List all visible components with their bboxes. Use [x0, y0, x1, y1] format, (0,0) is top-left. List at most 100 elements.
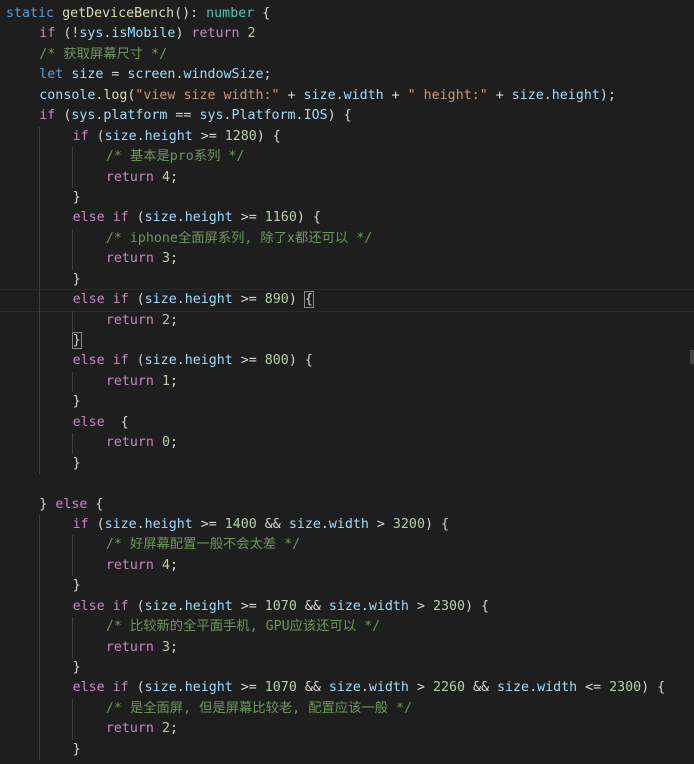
keyword: static	[6, 6, 55, 21]
code-line[interactable]: return 3;	[6, 637, 694, 658]
code-line-content: return 1;	[106, 372, 178, 392]
code-line[interactable]: if (!sys.isMobile) return 2	[6, 24, 694, 44]
identifier: isMobile	[111, 26, 176, 42]
code-line-content: return 0;	[106, 433, 178, 453]
code-line-content: else {	[73, 413, 129, 433]
control-keyword: return	[105, 721, 154, 737]
punctuation	[154, 170, 162, 185]
punctuation: (	[128, 353, 145, 369]
code-line[interactable]: /* 好屏幕配置一般不会太差 */	[6, 535, 694, 556]
indent-guide	[72, 433, 74, 454]
code-line-content: /* 是全面屏, 但是屏幕比较老, 配置应该一般 */	[106, 699, 412, 719]
control-keyword: if	[72, 516, 89, 532]
code-line-content: else if (size.height >= 1070 && size.wid…	[73, 597, 489, 617]
code-line[interactable]: }	[6, 576, 694, 597]
punctuation: >=	[192, 128, 225, 144]
scrollbar-thumb[interactable]	[690, 350, 694, 364]
identifier: windowSize	[183, 67, 264, 83]
code-line[interactable]: else if (size.height >= 1160) {	[6, 208, 694, 229]
code-line[interactable]: /* 获取屏幕尺寸 */	[6, 45, 694, 65]
control-keyword: if	[39, 26, 56, 42]
code-line[interactable]: else if (size.height >= 1070 && size.wid…	[6, 596, 694, 618]
number-literal: 1400	[224, 516, 257, 532]
identifier: size	[144, 210, 177, 226]
punctuation: .	[335, 87, 344, 103]
identifier: height	[144, 128, 193, 144]
code-line-content: else if (size.height >= 890) {	[73, 290, 314, 310]
punctuation: >	[368, 516, 393, 532]
code-line[interactable]: return 2;	[6, 719, 694, 740]
code-line-content: /* 比较新的全平面手机, GPU应该还可以 */	[106, 617, 380, 637]
code-line[interactable]: }	[6, 187, 694, 209]
punctuation: ==	[167, 108, 200, 124]
code-area[interactable]: static getDeviceBench(): number {if (!sy…	[0, 4, 694, 761]
function-name: log	[103, 87, 128, 103]
punctuation: >=	[232, 598, 265, 614]
code-line[interactable]: /* iphone全面屏系列, 除了x都还可以 */	[6, 228, 694, 250]
code-line[interactable]: else if (size.height >= 1070 && size.wid…	[6, 678, 694, 699]
indent-guide	[72, 310, 74, 331]
identifier: size	[104, 128, 137, 144]
identifier: height	[144, 516, 193, 532]
code-line[interactable]: }	[6, 392, 694, 413]
punctuation: .	[176, 598, 185, 614]
number-literal: 2	[161, 721, 170, 737]
punctuation: ;	[169, 435, 178, 451]
code-line[interactable]: if (size.height >= 1400 && size.width > …	[6, 514, 694, 536]
control-keyword: if	[112, 210, 129, 226]
code-line[interactable]: return 0;	[6, 433, 694, 454]
code-line-content: }	[73, 270, 81, 290]
identifier: console	[39, 87, 96, 103]
code-line[interactable]: else if (size.height >= 800) {	[6, 351, 694, 372]
identifier: width	[328, 516, 369, 532]
control-keyword: return	[105, 312, 154, 328]
identifier: size	[328, 598, 361, 614]
code-line[interactable]: static getDeviceBench(): number {	[6, 4, 694, 24]
code-line-content: return 3;	[106, 249, 178, 269]
code-line[interactable]: /* 比较新的全平面手机, GPU应该还可以 */	[6, 617, 694, 638]
indent-guide	[72, 719, 74, 740]
indent-guide	[38, 331, 40, 352]
punctuation: .	[176, 353, 185, 369]
code-line[interactable]: }	[6, 739, 694, 761]
code-line[interactable]: else {	[6, 412, 694, 434]
code-line[interactable]: /* 是全面屏, 但是屏幕比较老, 配置应该一般 */	[6, 698, 694, 720]
punctuation: .	[320, 516, 329, 532]
indent-guide	[38, 453, 40, 475]
punctuation	[154, 435, 162, 450]
code-line[interactable]: }	[6, 269, 694, 291]
code-line[interactable]: } else {	[6, 495, 694, 515]
code-line[interactable]: return 4;	[6, 555, 694, 577]
code-line[interactable]: }	[6, 331, 694, 352]
code-line[interactable]: console.log("view size width:" + size.wi…	[6, 86, 694, 106]
punctuation: ) {	[288, 353, 313, 369]
code-line[interactable]: }	[6, 658, 694, 679]
code-line[interactable]: return 1;	[6, 371, 694, 393]
identifier: size	[144, 598, 177, 614]
code-line[interactable]: else if (size.height >= 890) {	[0, 289, 694, 312]
code-line[interactable]: if (size.height >= 1280) {	[6, 126, 694, 148]
control-keyword: return	[105, 373, 154, 389]
indent-guide	[72, 637, 74, 658]
code-line[interactable]: return 2;	[6, 310, 694, 331]
code-line[interactable]: /* 基本是pro系列 */	[6, 147, 694, 168]
code-line[interactable]: if (sys.platform == sys.Platform.IOS) {	[6, 106, 694, 126]
code-line[interactable]: return 4;	[6, 167, 694, 188]
punctuation	[105, 292, 113, 307]
code-line[interactable]: return 3;	[6, 249, 694, 270]
indent-guide	[38, 167, 40, 188]
code-editor[interactable]: static getDeviceBench(): number {if (!sy…	[0, 0, 694, 764]
control-keyword: if	[72, 128, 89, 144]
code-line[interactable]	[6, 474, 694, 494]
punctuation	[154, 313, 162, 328]
code-line[interactable]: let size = screen.windowSize;	[6, 65, 694, 85]
number-literal: 2300	[609, 680, 642, 696]
punctuation: )	[288, 292, 305, 308]
number-literal: 890	[264, 292, 289, 308]
control-keyword: return	[105, 639, 154, 655]
number-literal: 2	[161, 312, 170, 328]
number-literal: 4	[161, 169, 170, 185]
control-keyword: if	[112, 353, 129, 369]
code-line[interactable]: }	[6, 453, 694, 475]
code-line-content: if (size.height >= 1400 && size.width > …	[73, 515, 449, 535]
